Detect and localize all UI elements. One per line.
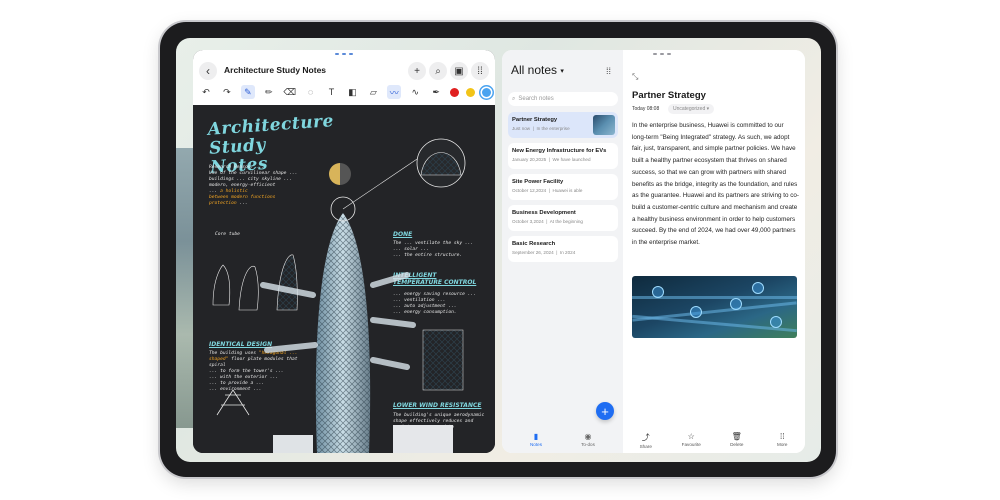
drawing-toolbar: ↶ ↷ ✎ ✏ ⌫ ◌ T ◧ ▱ 〰 ∿ ✒	[199, 84, 491, 100]
note-detail-pane: ⤡ Partner Strategy Today 08:08 Uncategor…	[623, 50, 805, 453]
tab-todos[interactable]: ◉ To-dos	[568, 432, 608, 447]
more-button[interactable]: ⁞⁞	[471, 62, 489, 80]
trash-icon: 🗑	[731, 432, 742, 441]
category-dropdown[interactable]: Uncategorized ▾	[668, 104, 715, 114]
text-icon[interactable]: T	[325, 85, 339, 99]
tablet-screen: ‹ Architecture Study Notes + ⌕ ▣ ⁞⁞ ↶ ↷ …	[176, 38, 821, 462]
shape-icon[interactable]: ◧	[345, 85, 359, 99]
search-icon: ⌕	[435, 65, 441, 77]
redo-icon[interactable]: ↷	[220, 85, 234, 99]
expand-icon[interactable]: ⤡	[632, 72, 638, 82]
star-icon: ☆	[687, 432, 695, 441]
add-button[interactable]: +	[408, 62, 426, 80]
color-yellow-swatch[interactable]	[465, 87, 475, 97]
share-icon: ⤴	[641, 433, 650, 442]
window-handle[interactable]	[335, 53, 353, 55]
notes-list-pane: All notes ▾ ⁞⁞ ⌕ Search notes Partner Str…	[502, 50, 623, 453]
more-icon: ⁞⁞	[477, 65, 483, 77]
new-note-button[interactable]: +	[596, 402, 614, 420]
brush-icon[interactable]: ∿	[408, 85, 422, 99]
note-title[interactable]: Partner Strategy	[632, 90, 706, 101]
note-item-business-development[interactable]: Business Development October 3,2024 | At…	[508, 205, 618, 231]
more-icon: ⁞⁞	[780, 432, 785, 441]
marker-icon[interactable]: ✒	[429, 85, 443, 99]
delete-button[interactable]: 🗑 Delete	[722, 432, 752, 449]
search-icon: ⌕	[512, 95, 516, 102]
share-button[interactable]: ⤴ Share	[631, 432, 661, 449]
note-item-site-power[interactable]: Site Power Facility October 12,2024 | Hu…	[508, 174, 618, 200]
note-thumbnail	[593, 115, 615, 135]
wallpaper-strip	[176, 148, 194, 428]
color-red-swatch[interactable]	[450, 87, 460, 97]
note-actions-bar: ⤴ Share ☆ Favourite 🗑 Delete ⁞⁞ More	[623, 432, 805, 449]
eraser-icon[interactable]: ⌫	[283, 85, 297, 99]
caret-down-icon: ▾	[560, 67, 564, 75]
all-notes-dropdown[interactable]: All notes ▾	[511, 63, 564, 77]
chevron-left-icon: ‹	[206, 64, 210, 78]
notes-app-window: All notes ▾ ⁞⁞ ⌕ Search notes Partner Str…	[502, 50, 805, 453]
note-icon: ▮	[533, 432, 539, 441]
notes-canvas-window: ‹ Architecture Study Notes + ⌕ ▣ ⁞⁞ ↶ ↷ …	[193, 50, 495, 453]
panel-icon: ▣	[454, 65, 464, 77]
checkbox-icon: ◉	[584, 432, 592, 441]
note-item-new-energy[interactable]: New Energy Infrastructure for EVs Januar…	[508, 143, 618, 169]
document-title: Architecture Study Notes	[224, 65, 327, 75]
note-body[interactable]: In the enterprise business, Huawei is co…	[632, 120, 799, 249]
grid-view-icon[interactable]: ⁞⁞	[606, 66, 611, 76]
highway-network-image	[632, 276, 797, 338]
lasso-icon[interactable]: ◌	[304, 85, 318, 99]
note-date: Today 08:08	[632, 106, 660, 112]
handwritten-canvas[interactable]: Architecture Study Notes Research Reason…	[193, 105, 495, 453]
note-item-basic-research[interactable]: Basic Research September 26, 2024 | In 2…	[508, 236, 618, 262]
search-notes-field[interactable]: ⌕ Search notes	[508, 92, 618, 106]
tab-notes[interactable]: ▮ Notes	[516, 432, 556, 447]
highlighter-icon[interactable]: 〰	[387, 85, 402, 99]
pencil-icon[interactable]: ✏	[262, 85, 276, 99]
panel-button[interactable]: ▣	[450, 62, 468, 80]
search-button[interactable]: ⌕	[429, 62, 447, 80]
window-handle[interactable]	[653, 53, 671, 55]
ruler-icon[interactable]: ▱	[366, 85, 380, 99]
canvas-header: ‹ Architecture Study Notes + ⌕ ▣ ⁞⁞ ↶ ↷ …	[193, 50, 495, 105]
plus-icon: +	[601, 403, 609, 419]
pen-icon[interactable]: ✎	[240, 85, 255, 99]
back-button[interactable]: ‹	[199, 62, 217, 80]
favourite-button[interactable]: ☆ Favourite	[676, 432, 706, 449]
undo-icon[interactable]: ↶	[199, 85, 213, 99]
color-blue-swatch[interactable]	[481, 87, 491, 97]
more-button[interactable]: ⁞⁞ More	[767, 432, 797, 449]
note-item-partner-strategy[interactable]: Partner Strategy Just now | In the enter…	[508, 112, 618, 138]
plus-icon: +	[414, 65, 420, 77]
tower-sketch	[212, 138, 466, 453]
